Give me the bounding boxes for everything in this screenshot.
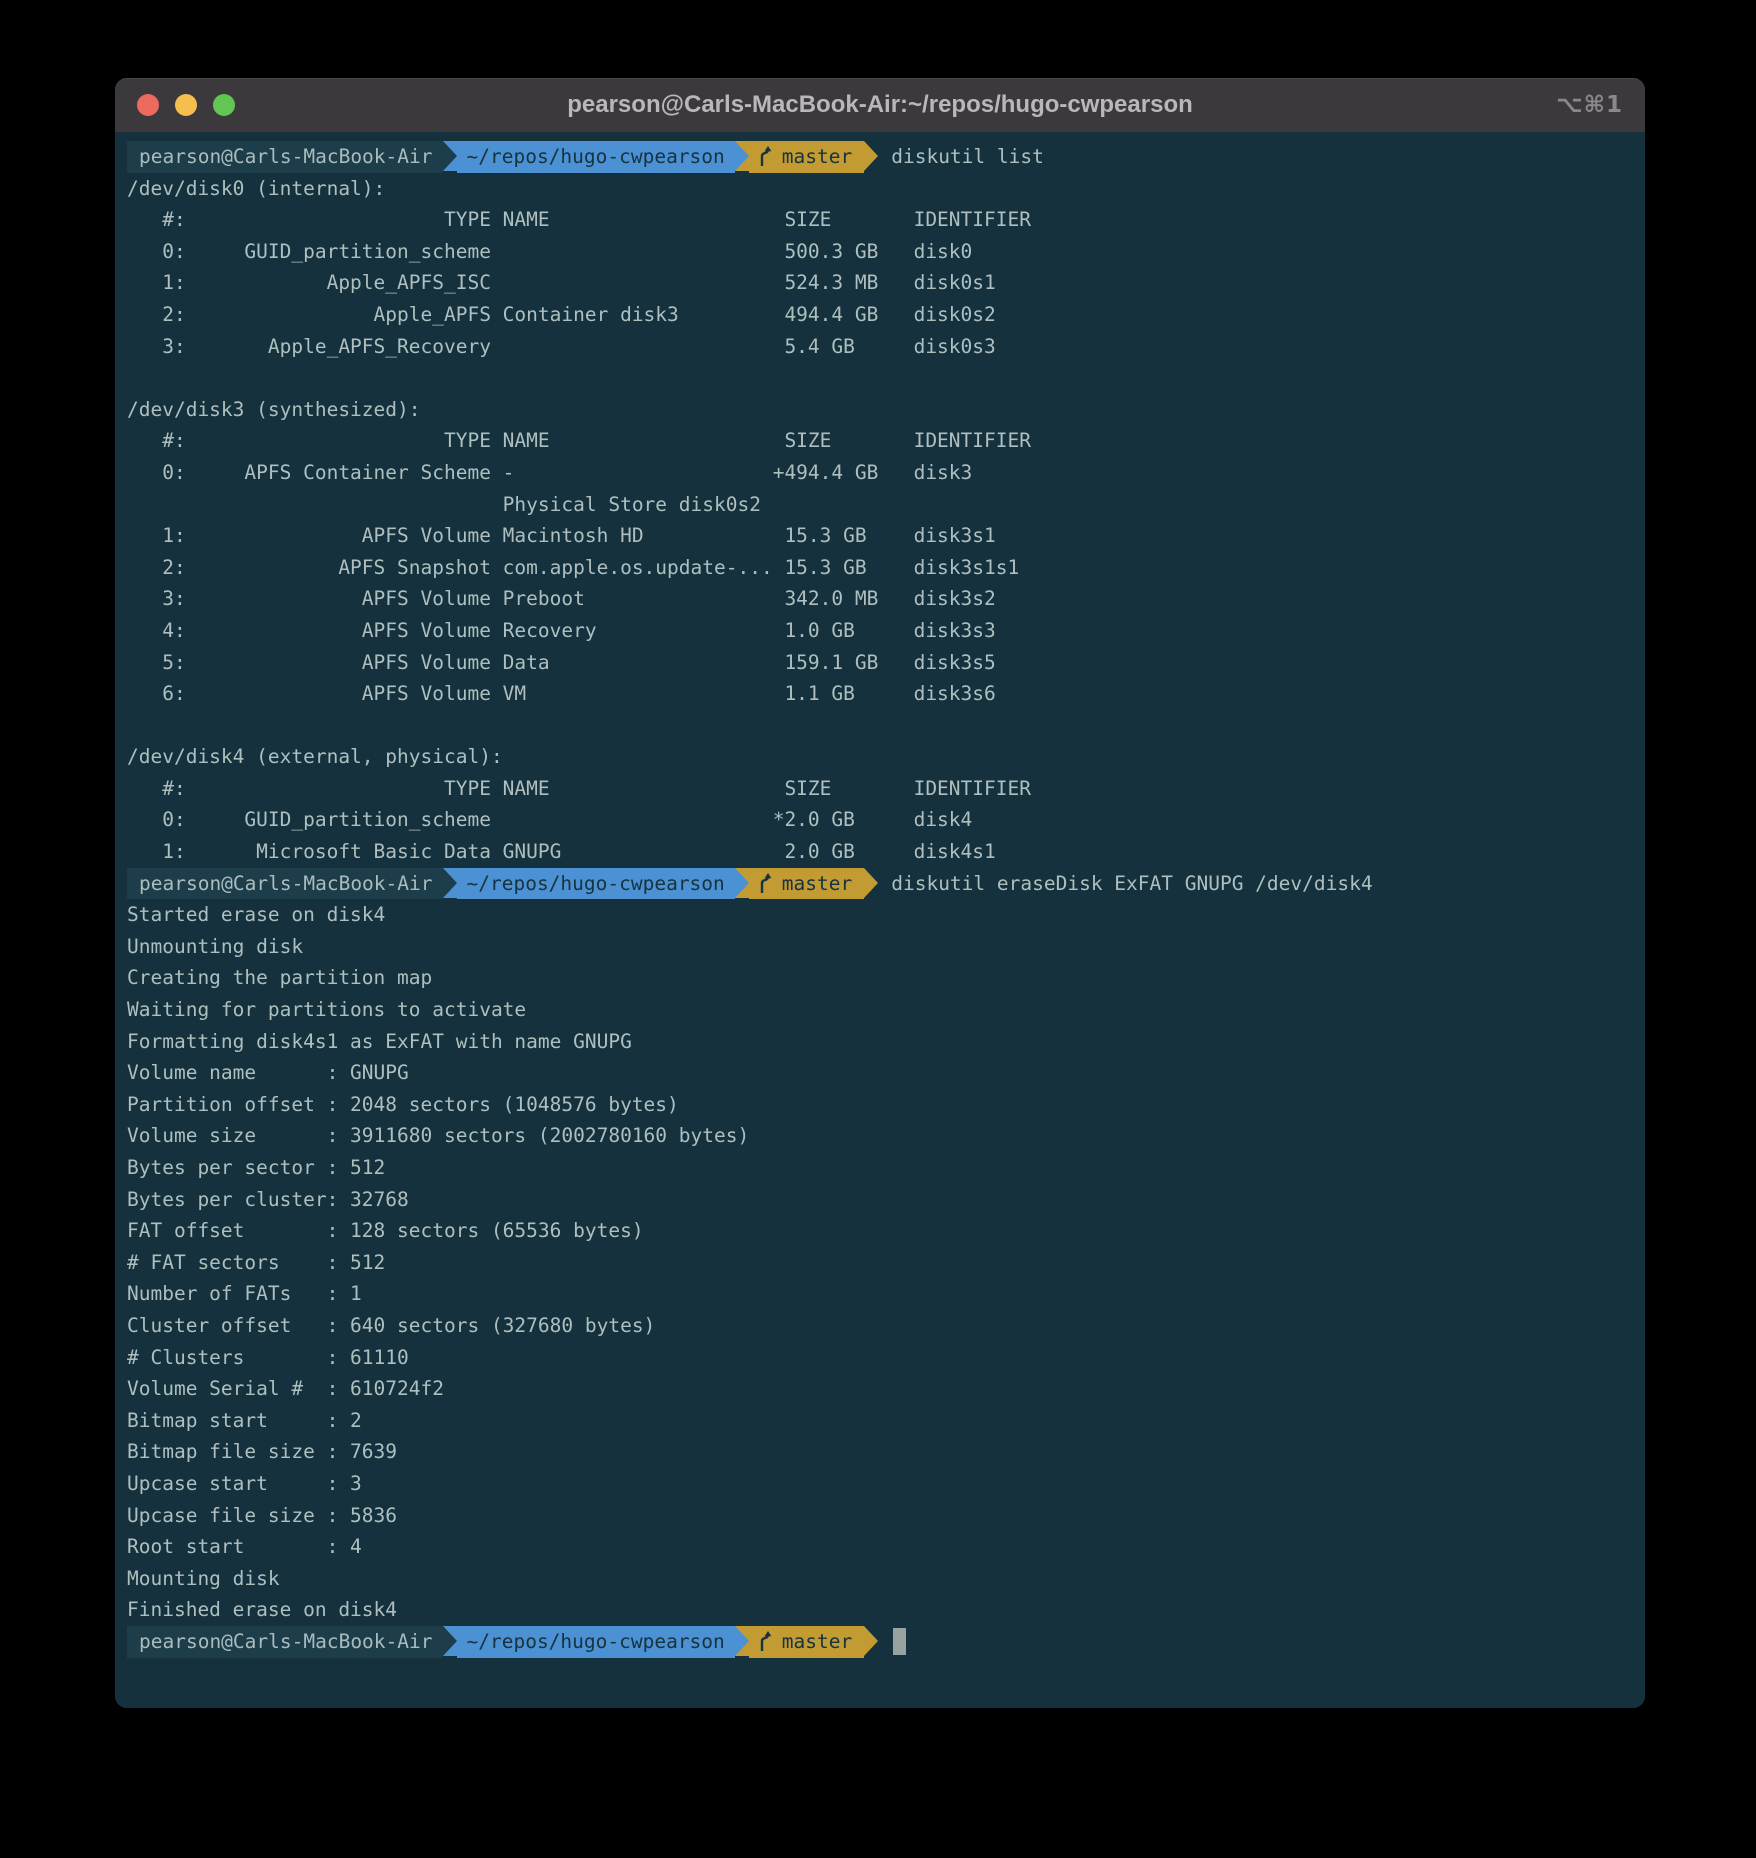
- window-title: pearson@Carls-MacBook-Air:~/repos/hugo-c…: [115, 78, 1645, 132]
- prompt-git-segment: master: [749, 141, 864, 173]
- git-branch-label: master: [782, 868, 852, 900]
- terminal-window: pearson@Carls-MacBook-Air:~/repos/hugo-c…: [115, 78, 1645, 1708]
- prompt-line: pearson@Carls-MacBook-Air ~/repos/hugo-c…: [127, 141, 1633, 173]
- minimize-button-icon[interactable]: [175, 94, 197, 116]
- prompt-line-current: pearson@Carls-MacBook-Air ~/repos/hugo-c…: [127, 1626, 1633, 1658]
- powerline-separator-icon: [443, 868, 457, 898]
- window-title-bar[interactable]: pearson@Carls-MacBook-Air:~/repos/hugo-c…: [115, 78, 1645, 132]
- prompt-directory: ~/repos/hugo-cwpearson: [457, 1626, 735, 1658]
- zoom-button-icon[interactable]: [213, 94, 235, 116]
- powerline-separator-icon: [735, 1626, 749, 1656]
- erase-disk-output: Started erase on disk4 Unmounting disk C…: [127, 899, 1633, 1626]
- prompt-user-host: pearson@Carls-MacBook-Air: [127, 868, 443, 900]
- powerline-separator-icon: [864, 1626, 878, 1656]
- command-text: diskutil eraseDisk ExFAT GNUPG /dev/disk…: [891, 868, 1372, 900]
- powerline-separator-icon: [735, 141, 749, 171]
- powerline-separator-icon: [864, 868, 878, 898]
- prompt-git-segment: master: [749, 1626, 864, 1658]
- git-branch-icon: [757, 146, 774, 167]
- powerline-separator-icon: [443, 141, 457, 171]
- git-branch-label: master: [782, 1626, 852, 1658]
- powerline-separator-icon: [443, 1626, 457, 1656]
- powerline-separator-icon: [735, 868, 749, 898]
- desktop-background: pearson@Carls-MacBook-Air:~/repos/hugo-c…: [0, 0, 1756, 1858]
- prompt-user-host: pearson@Carls-MacBook-Air: [127, 141, 443, 173]
- terminal-cursor[interactable]: [893, 1628, 906, 1655]
- git-branch-icon: [757, 873, 774, 894]
- window-shortcut-badge: ⌥⌘1: [1556, 78, 1623, 132]
- prompt-line: pearson@Carls-MacBook-Air ~/repos/hugo-c…: [127, 868, 1633, 900]
- command-text: diskutil list: [891, 141, 1044, 173]
- prompt-git-segment: master: [749, 868, 864, 900]
- git-branch-label: master: [782, 141, 852, 173]
- diskutil-list-output: /dev/disk0 (internal): #: TYPE NAME SIZE…: [127, 173, 1633, 868]
- prompt-user-host: pearson@Carls-MacBook-Air: [127, 1626, 443, 1658]
- close-button-icon[interactable]: [137, 94, 159, 116]
- traffic-lights: [137, 94, 235, 116]
- powerline-separator-icon: [864, 141, 878, 171]
- prompt-directory: ~/repos/hugo-cwpearson: [457, 868, 735, 900]
- terminal-content[interactable]: pearson@Carls-MacBook-Air ~/repos/hugo-c…: [115, 132, 1645, 1708]
- prompt-directory: ~/repos/hugo-cwpearson: [457, 141, 735, 173]
- git-branch-icon: [757, 1631, 774, 1652]
